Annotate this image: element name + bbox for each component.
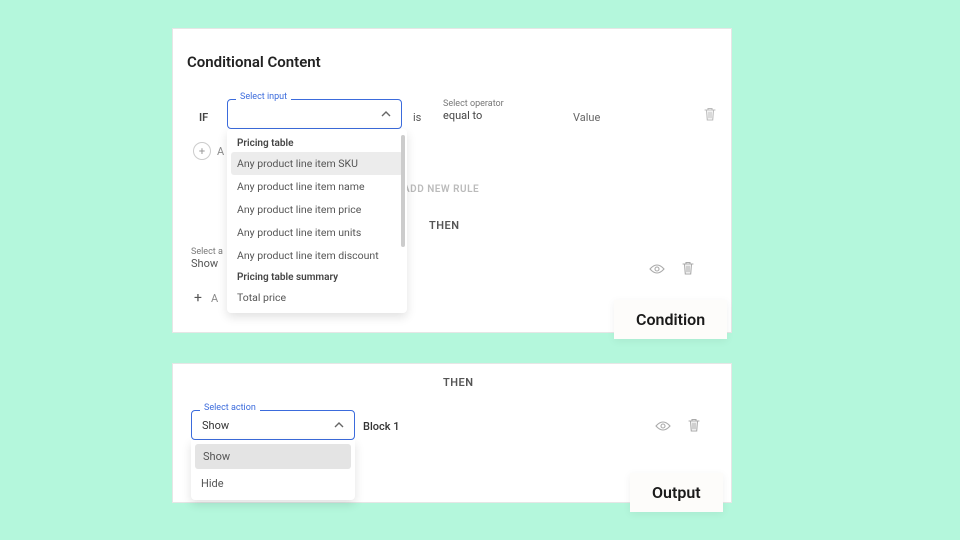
select-action-field[interactable]: Show	[192, 411, 354, 439]
eye-icon[interactable]	[655, 420, 671, 432]
select-action-dropdown-menu: Show Hide	[191, 440, 355, 500]
if-label: IF	[199, 111, 208, 124]
dropdown-item[interactable]: Show	[195, 444, 351, 469]
select-action-dropdown[interactable]: Select action Show	[191, 410, 355, 440]
operator-group[interactable]: Select operator equal to	[443, 99, 504, 122]
conditional-content-panel: Conditional Content IF Select input is S…	[172, 28, 732, 333]
dropdown-item[interactable]: Any product line item discount	[227, 244, 407, 267]
plus-icon: +	[193, 142, 211, 160]
plus-icon: +	[191, 291, 205, 305]
operator-label: Select operator	[443, 99, 504, 109]
add-action-button[interactable]: + A	[191, 291, 218, 305]
then-label: THEN	[443, 376, 474, 389]
trash-icon[interactable]	[681, 261, 695, 276]
output-tag: Output	[630, 473, 723, 512]
dropdown-item[interactable]: Any product line item price	[227, 198, 407, 221]
condition-tag: Condition	[614, 300, 727, 339]
select-action-group[interactable]: Select a Show	[191, 247, 223, 270]
dropdown-group-header: Pricing table summary	[227, 267, 407, 286]
select-action-label: Select a	[191, 247, 223, 257]
action-icons	[655, 418, 701, 433]
dropdown-item[interactable]: Any product line item units	[227, 221, 407, 244]
block-label: Block 1	[363, 420, 399, 433]
select-input-dropdown-menu: Pricing table Any product line item SKU …	[227, 129, 407, 313]
add-condition-label: A	[217, 145, 224, 158]
is-label: is	[413, 111, 421, 124]
page-title: Conditional Content	[187, 53, 321, 71]
then-label: THEN	[429, 219, 460, 232]
add-new-rule-button[interactable]: ADD NEW RULE	[403, 184, 479, 195]
eye-icon[interactable]	[649, 263, 665, 275]
add-action-label: A	[211, 292, 218, 305]
scrollbar[interactable]	[401, 135, 405, 247]
chevron-up-icon	[334, 422, 344, 428]
select-input-field[interactable]	[228, 100, 401, 128]
dropdown-group-header: Pricing table	[227, 133, 407, 152]
dropdown-item[interactable]: Any product line item SKU	[231, 152, 403, 175]
dropdown-item[interactable]: Hide	[191, 471, 355, 496]
add-condition-button[interactable]: + A	[193, 142, 224, 160]
chevron-up-icon	[381, 111, 391, 117]
select-action-value: Show	[191, 257, 218, 270]
dropdown-item[interactable]: Total price	[227, 286, 407, 309]
dropdown-item[interactable]: Any product line item name	[227, 175, 407, 198]
select-action-value: Show	[202, 419, 229, 432]
select-input-dropdown[interactable]: Select input	[227, 99, 402, 129]
operator-value: equal to	[443, 109, 482, 122]
value-field[interactable]: Value	[573, 111, 600, 124]
action-icons	[649, 261, 695, 276]
delete-rule-button[interactable]	[703, 107, 717, 122]
trash-icon[interactable]	[687, 418, 701, 433]
